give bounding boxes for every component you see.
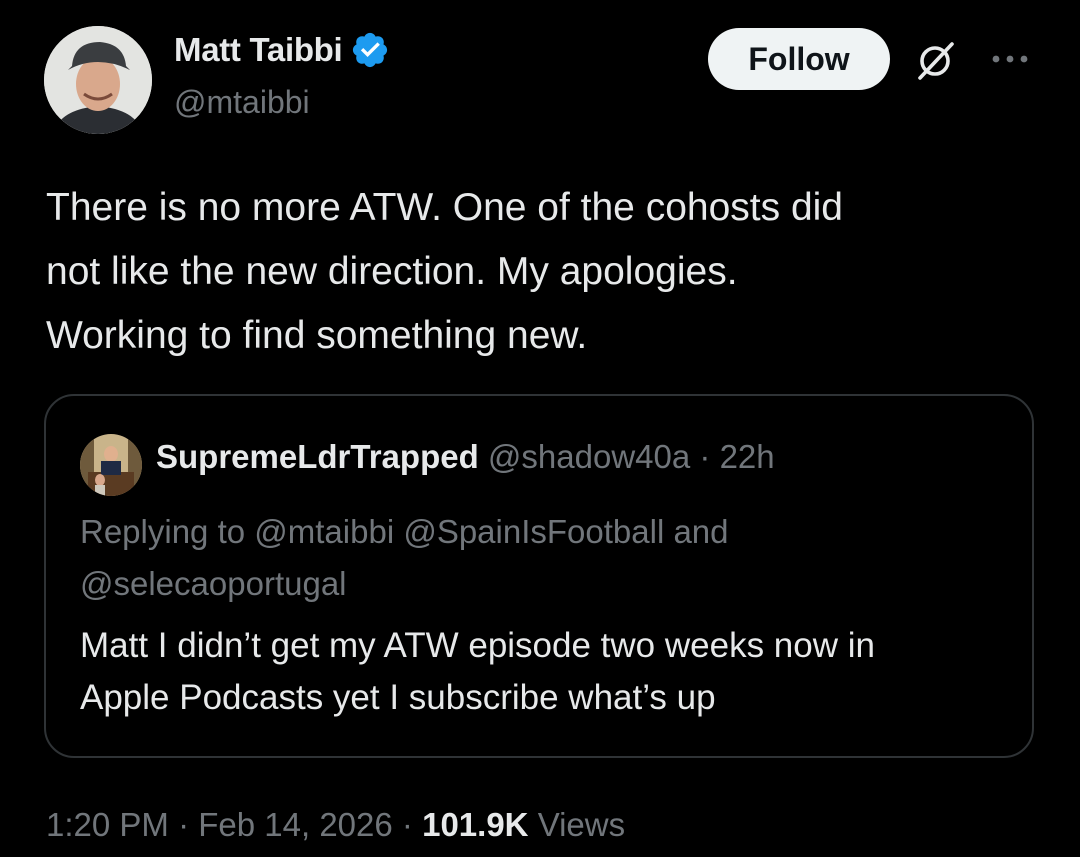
quote-author-handle[interactable]: @shadow40a: [488, 438, 690, 475]
avatar-photo: [44, 26, 152, 134]
tweet-text-line: Working to find something new.: [46, 314, 588, 357]
author-name[interactable]: Matt Taibbi: [174, 31, 343, 69]
quote-replying-line: Replying to @mtaibbi @SpainIsFootball an…: [80, 513, 729, 550]
author-avatar[interactable]: [44, 26, 152, 134]
tweet-text-line: There is no more ATW. One of the cohosts…: [46, 186, 843, 229]
tweet-meta-row: 1:20 PM · Feb 14, 2026 · 101.9K Views: [46, 806, 625, 844]
meta-separator: ·: [401, 806, 413, 843]
quote-separator: ·: [699, 438, 711, 475]
tweet-date[interactable]: Feb 14, 2026: [198, 806, 393, 843]
quote-text-line: Matt I didn’t get my ATW episode two wee…: [80, 626, 875, 665]
more-options-icon[interactable]: [988, 42, 1032, 76]
quote-text-line: Apple Podcasts yet I subscribe what’s up: [80, 678, 716, 717]
views-count[interactable]: 101.9K: [422, 806, 528, 843]
quote-timestamp[interactable]: 22h: [720, 438, 775, 475]
author-name-row[interactable]: Matt Taibbi: [174, 30, 390, 70]
author-handle[interactable]: @mtaibbi: [174, 84, 310, 121]
grok-icon[interactable]: [912, 36, 960, 84]
verified-badge-icon[interactable]: [350, 30, 390, 70]
quote-header: SupremeLdrTrapped @shadow40a · 22h: [156, 438, 775, 476]
meta-separator: ·: [178, 806, 190, 843]
views-label: Views: [537, 806, 626, 843]
quote-author-name[interactable]: SupremeLdrTrapped: [156, 438, 479, 475]
quote-text: Matt I didn’t get my ATW episode two wee…: [80, 620, 1020, 724]
quote-replying-to: Replying to @mtaibbi @SpainIsFootball an…: [80, 506, 1010, 610]
tweet-time[interactable]: 1:20 PM: [46, 806, 169, 843]
quoted-tweet-card[interactable]: SupremeLdrTrapped @shadow40a · 22h Reply…: [44, 394, 1034, 758]
quote-avatar-photo: [80, 434, 142, 496]
tweet-text-line: not like the new direction. My apologies…: [46, 250, 738, 293]
tweet-text: There is no more ATW. One of the cohosts…: [46, 176, 1036, 368]
follow-button[interactable]: Follow: [708, 28, 890, 90]
quote-replying-line: @selecaoportugal: [80, 565, 347, 602]
quote-author-avatar[interactable]: [80, 434, 142, 496]
